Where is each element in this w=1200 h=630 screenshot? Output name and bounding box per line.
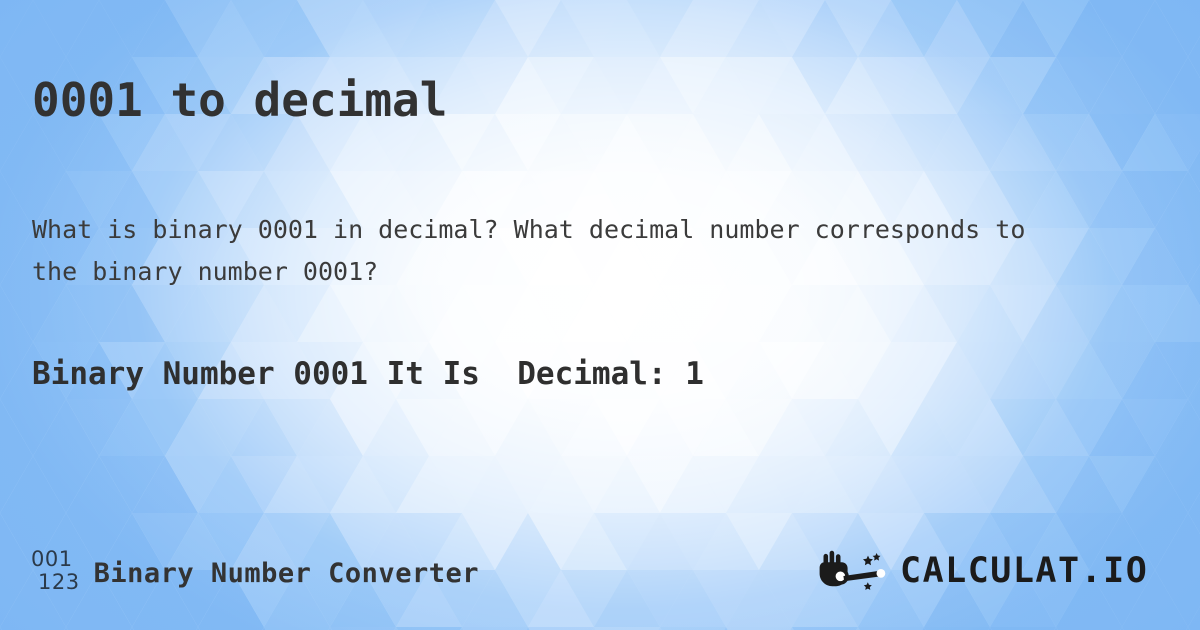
- calculatio-logo-text: CALCULAT.IO: [900, 551, 1185, 595]
- footer-brand[interactable]: 001 123 Binary Number Converter: [31, 548, 479, 594]
- binary-digits-logo-bottom: 123: [38, 570, 80, 594]
- binary-digits-logo-top: 001: [31, 547, 73, 571]
- question-text: What is binary 0001 in decimal? What dec…: [32, 215, 1026, 286]
- hand-magic-wand-icon: [810, 548, 896, 598]
- page-title: 0001 to decimal: [32, 72, 448, 127]
- svg-text:CALCULAT.IO: CALCULAT.IO: [900, 551, 1148, 591]
- footer-brand-name: Binary Number Converter: [93, 557, 479, 589]
- conversion-result: Binary Number 0001 It Is Decimal: 1: [32, 356, 704, 392]
- footer: 001 123 Binary Number Converter CALCULAT…: [0, 542, 1200, 612]
- share-card: 0001 to decimal What is binary 0001 in d…: [0, 0, 1200, 630]
- binary-digits-logo-icon: 001 123: [31, 548, 80, 594]
- calculatio-logo[interactable]: CALCULAT.IO: [810, 550, 1185, 596]
